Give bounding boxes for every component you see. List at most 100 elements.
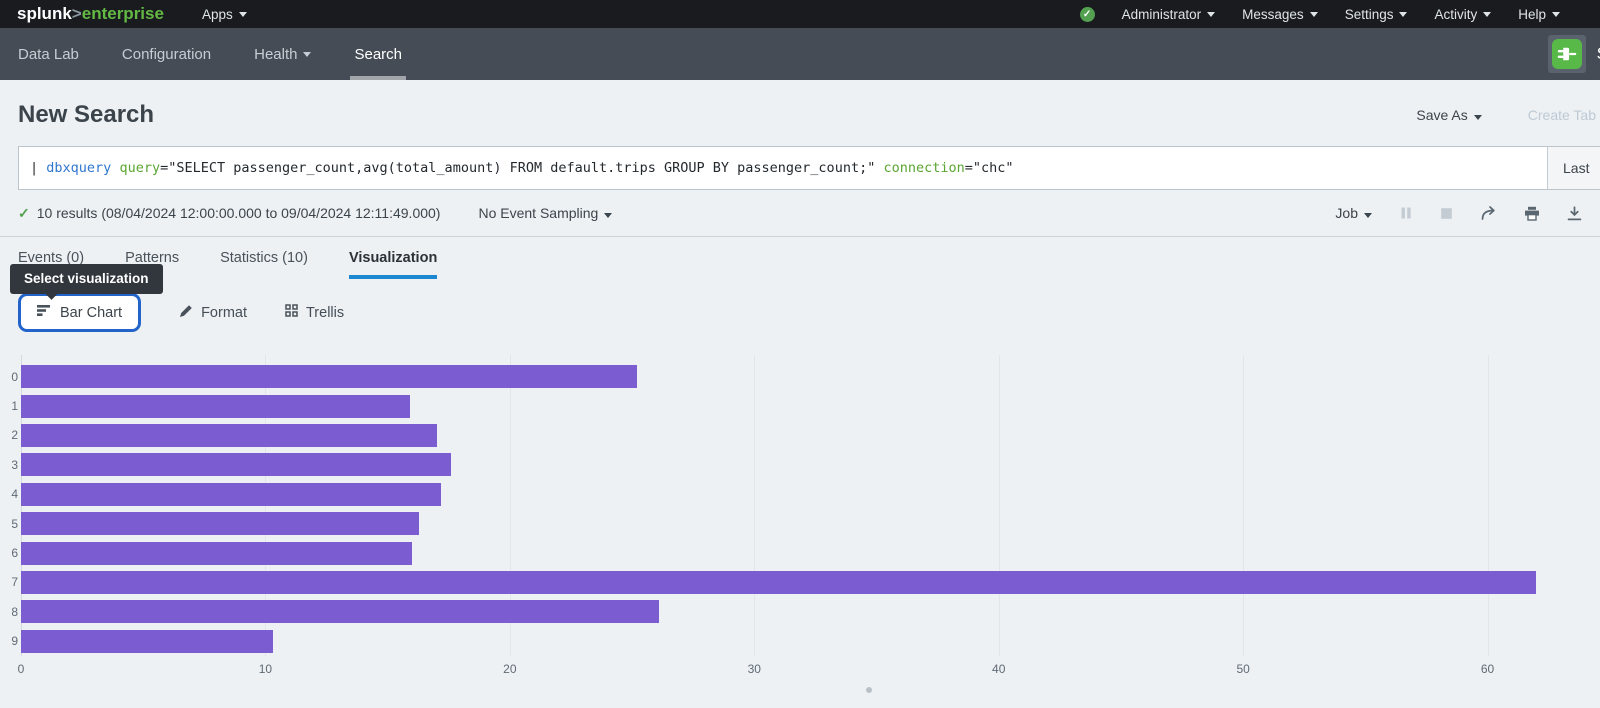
chart-row: 3 [21,450,1600,479]
nav-item-configuration[interactable]: Configuration [122,28,211,80]
bar-1[interactable] [21,395,410,418]
query-token: "chc" [973,160,1014,176]
nav-item-health[interactable]: Health [254,28,311,80]
viz-controls: Bar Chart Format Trellis [0,279,1600,332]
caret-down-icon [1207,12,1215,21]
caret-down-icon [239,12,247,21]
appnav-right: S [1548,28,1600,80]
menu-settings[interactable]: Settings [1345,7,1408,22]
stop-button[interactable] [1440,207,1453,220]
topbar-menus: ✓ Administrator Messages Settings Activity H… [1080,7,1560,22]
x-tick-label: 40 [992,662,1005,676]
format-icon [179,304,193,322]
y-category-label: 6 [4,546,18,560]
caret-down-icon [1364,213,1372,222]
menu-help[interactable]: Help [1518,7,1560,22]
x-tick-label: 30 [748,662,761,676]
bar-0[interactable] [21,365,637,388]
chart-plot: 0123456789 [21,362,1600,656]
check-circle-icon[interactable]: ✓ [1080,7,1095,22]
chart-row: 1 [21,391,1600,420]
tab-visualization[interactable]: Visualization [349,237,437,279]
y-category-label: 1 [4,399,18,413]
nav-item-label: Search [354,46,402,63]
chart-row: 6 [21,538,1600,567]
select-visualization-tooltip: Select visualization [10,264,163,294]
search-input[interactable]: | dbxquery query="SELECT passenger_count… [19,147,1547,189]
chart-row: 9 [21,627,1600,656]
y-category-label: 0 [4,370,18,384]
trellis-button[interactable]: Trellis [285,304,344,321]
job-menu[interactable]: Job [1335,205,1372,221]
y-category-label: 9 [4,634,18,648]
tab-label: Statistics (10) [220,250,308,266]
search-bar: | dbxquery query="SELECT passenger_count… [18,146,1600,190]
checkmark-icon: ✓ [18,205,30,222]
event-sampling-menu[interactable]: No Event Sampling [478,205,612,221]
app-icon[interactable] [1548,35,1586,73]
chart-row: 0 [21,362,1600,391]
query-token: query [119,160,160,176]
chart-xaxis: 0102030405060 [21,662,1600,677]
nav-item-label: Configuration [122,46,211,63]
chart-row: 8 [21,597,1600,626]
caret-down-icon [1552,12,1560,21]
print-button[interactable] [1524,206,1540,221]
query-token: = [965,160,973,176]
splunk-logo: splunk>enterprise [17,4,164,24]
bar-9[interactable] [21,630,273,653]
menu-messages[interactable]: Messages [1242,7,1318,22]
top-bar: splunk>enterprise Apps ✓ Administrator Me… [0,0,1600,28]
nav-item-search[interactable]: Search [354,28,402,80]
nav-item-data-lab[interactable]: Data Lab [18,28,79,80]
y-category-label: 7 [4,575,18,589]
create-table-button[interactable]: Create Tab [1528,107,1596,123]
pause-button[interactable] [1399,206,1413,220]
chart-row: 4 [21,480,1600,509]
bar-2[interactable] [21,424,437,447]
menu-administrator[interactable]: Administrator [1122,7,1216,22]
share-button[interactable] [1480,206,1497,221]
x-tick-label: 20 [503,662,516,676]
tab-statistics-10[interactable]: Statistics (10) [220,237,308,279]
query-token: "SELECT passenger_count,avg(total_amount… [168,160,875,176]
menu-label: Settings [1345,7,1394,22]
caret-down-icon [1310,12,1318,21]
query-token: dbxquery [46,160,111,176]
bar-chart-icon [37,304,51,321]
bar-7[interactable] [21,571,1536,594]
nav-item-label: Health [254,46,297,63]
caret-down-icon [303,52,311,61]
bar-8[interactable] [21,600,659,623]
menu-label: Activity [1434,7,1477,22]
y-category-label: 2 [4,428,18,442]
bar-5[interactable] [21,512,419,535]
pagination-dot-icon [866,687,872,693]
y-category-label: 3 [4,458,18,472]
y-category-label: 5 [4,517,18,531]
bar-4[interactable] [21,483,441,506]
caret-down-icon [1399,12,1407,21]
menu-label: Messages [1242,7,1304,22]
plug-icon [1552,39,1582,69]
x-tick-label: 10 [259,662,272,676]
tab-label: Visualization [349,250,437,266]
export-button[interactable] [1567,206,1582,221]
y-category-label: 4 [4,487,18,501]
menu-label: Administrator [1122,7,1202,22]
time-range-picker[interactable]: Last [1547,147,1600,189]
appnav-items: Data Lab Configuration Health Search [18,28,445,80]
page-title: New Search [18,101,154,129]
bar-6[interactable] [21,542,412,565]
bar-3[interactable] [21,453,451,476]
query-token: connection [883,160,964,176]
chart-type-button[interactable]: Bar Chart [18,293,141,332]
query-token: = [160,160,168,176]
apps-menu[interactable]: Apps [202,7,247,22]
x-tick-label: 50 [1236,662,1249,676]
save-as-button[interactable]: Save As [1416,107,1481,123]
format-button[interactable]: Format [179,304,247,322]
menu-activity[interactable]: Activity [1434,7,1491,22]
nav-item-label: Data Lab [18,46,79,63]
x-tick-label: 60 [1481,662,1494,676]
